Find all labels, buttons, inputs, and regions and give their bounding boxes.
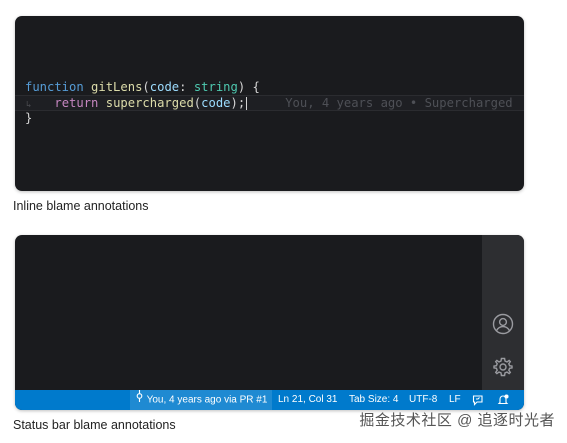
watermark: 掘金技术社区 @ 追逐时光者 <box>359 412 555 429</box>
code-line-3[interactable]: } <box>15 111 524 126</box>
activity-bar <box>482 235 524 390</box>
git-commit-icon <box>135 390 144 410</box>
inline-blame-annotation[interactable]: You, 4 years ago • Supercharged <box>285 96 512 110</box>
indent-guide-icon: ↳ <box>26 100 32 110</box>
paren-open: ( <box>142 80 150 94</box>
param-type: string <box>193 80 238 94</box>
call-arg: code <box>201 96 231 110</box>
function-name: gitLens <box>91 80 143 94</box>
status-bar: You, 4 years ago via PR #1 Ln 21, Col 31… <box>15 390 524 410</box>
code-line-1[interactable]: function gitLens(code: string) { <box>15 80 524 95</box>
text-cursor <box>246 97 248 110</box>
settings-gear-icon[interactable] <box>492 356 514 378</box>
statusbar-blame-caption: Status bar blame annotations <box>13 418 176 432</box>
keyword-return: return <box>54 96 99 110</box>
closing-brace: } <box>25 111 33 125</box>
call-name: supercharged <box>105 96 194 110</box>
colon: : <box>179 80 194 94</box>
statusbar-blame-editor: You, 4 years ago via PR #1 Ln 21, Col 31… <box>15 235 524 410</box>
notifications-icon[interactable] <box>497 394 509 406</box>
status-blame-text: You, 4 years ago via PR #1 <box>146 394 268 406</box>
feedback-icon[interactable] <box>472 394 484 406</box>
tab-size[interactable]: Tab Size: 4 <box>349 390 398 410</box>
paren-close-brace: ) { <box>237 80 260 94</box>
line-ending[interactable]: LF <box>449 390 461 410</box>
inline-blame-caption: Inline blame annotations <box>13 199 149 213</box>
keyword-function: function <box>25 80 84 94</box>
code-block: function gitLens(code: string) { ↳ retur… <box>15 80 524 126</box>
cursor-position[interactable]: Ln 21, Col 31 <box>278 390 338 410</box>
status-blame-item[interactable]: You, 4 years ago via PR #1 <box>130 390 273 410</box>
param-name: code <box>149 80 180 94</box>
encoding[interactable]: UTF-8 <box>409 390 437 410</box>
call-paren-close: ); <box>230 96 246 110</box>
inline-blame-editor: function gitLens(code: string) { ↳ retur… <box>15 16 524 191</box>
code-line-2[interactable]: ↳ return supercharged(code); You, 4 years… <box>15 95 524 111</box>
account-icon[interactable] <box>492 313 514 335</box>
